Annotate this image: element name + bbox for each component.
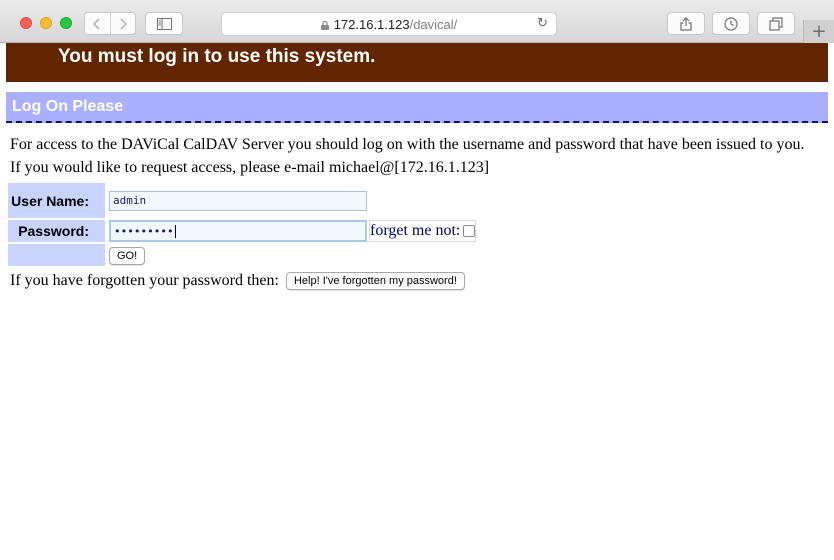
go-button[interactable]: GO! [109, 246, 146, 265]
nav-button-group [84, 12, 136, 35]
username-field[interactable]: admin [109, 190, 367, 211]
forward-button[interactable] [109, 13, 136, 34]
plus-icon: + [811, 21, 827, 42]
password-value: ••••••••• [114, 224, 174, 238]
forgot-password-button[interactable]: Help! I've forgotten my password! [285, 272, 465, 290]
address-bar[interactable]: 172.16.1.123/davical/ ↻ [221, 12, 557, 36]
forgot-password-row: If you have forgotten your password then… [6, 272, 828, 290]
login-section-header: Log On Please [6, 92, 828, 123]
password-field[interactable]: ••••••••• [109, 220, 367, 242]
forget-me-not-checkbox[interactable] [463, 225, 476, 238]
new-tab-button[interactable]: + [803, 20, 834, 43]
username-value: admin [113, 194, 147, 207]
username-label: User Name: [8, 183, 105, 218]
chevron-left-icon [93, 17, 100, 30]
url-path: /davical/ [409, 16, 458, 32]
submit-label-cell [8, 244, 105, 266]
share-icon [680, 16, 692, 31]
login-intro: For access to the DAViCal CalDAV Server … [6, 133, 828, 179]
intro-text: For access to the DAViCal CalDAV Server … [10, 136, 805, 153]
forget-me-not-cell: forget me not: [369, 220, 477, 242]
reload-icon[interactable]: ↻ [537, 16, 548, 31]
section-title: Log On Please [12, 98, 124, 115]
url-host: 172.16.1.123 [333, 16, 410, 32]
tabs-button[interactable] [757, 12, 795, 35]
tabs-icon [769, 16, 783, 31]
share-button[interactable] [667, 12, 705, 35]
page-content: You must log in to use this system. Log … [6, 43, 828, 554]
text-cursor [174, 224, 176, 238]
window-minimize-button[interactable] [40, 17, 52, 29]
forgot-password-text: If you have forgotten your password then… [10, 272, 279, 289]
chevron-right-icon [120, 17, 127, 30]
password-label: Password: [8, 220, 105, 242]
login-required-banner: You must log in to use this system. [6, 43, 828, 82]
sidebar-toggle-button[interactable] [145, 12, 183, 35]
forget-me-not-label: forget me not: [370, 222, 461, 239]
sidebar-icon [156, 17, 172, 30]
lock-icon [320, 20, 329, 30]
history-icon [724, 16, 738, 31]
banner-message: You must log in to use this system. [58, 46, 376, 67]
request-access-text: If you would like to request access, ple… [10, 159, 490, 176]
window-close-button[interactable] [20, 17, 32, 29]
login-form: User Name: admin Password: ••••••••• for… [6, 181, 478, 268]
window-maximize-button[interactable] [60, 17, 72, 29]
browser-toolbar: 172.16.1.123/davical/ ↻ + [0, 0, 834, 43]
history-button[interactable] [712, 12, 750, 35]
back-button[interactable] [85, 13, 110, 34]
